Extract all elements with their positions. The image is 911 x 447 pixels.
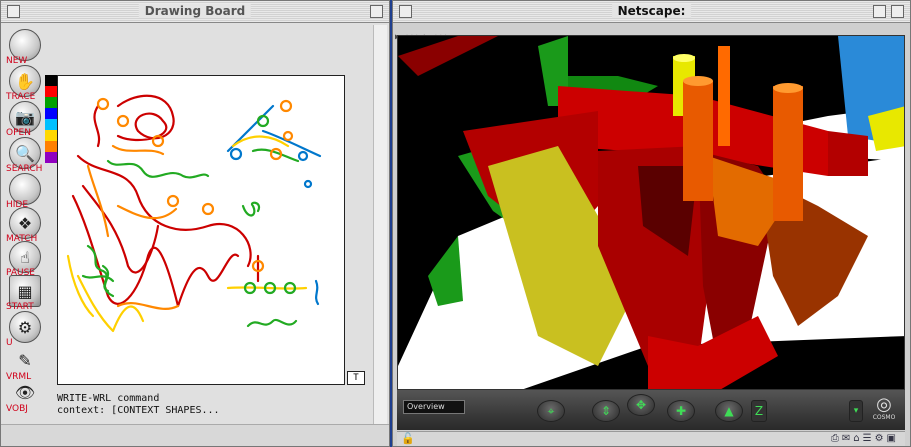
console-line: WRITE-WRL command [57, 393, 160, 404]
color-swatch-6[interactable] [45, 141, 57, 152]
tool-vobj[interactable]: 👁 VOBJ [6, 377, 44, 429]
pan-button[interactable]: ✥ [627, 394, 655, 416]
settings-button[interactable]: ▾ [849, 400, 863, 422]
slide-button[interactable]: ▲ [715, 400, 743, 422]
console-output: WRITE-WRL command context: [CONTEXT SHAP… [57, 393, 347, 417]
color-swatches [45, 75, 57, 163]
zoom-box[interactable] [873, 5, 886, 18]
console-line: context: [CONTEXT SHAPES... [57, 405, 220, 416]
color-swatch-3[interactable] [45, 108, 57, 119]
color-swatch-1[interactable] [45, 86, 57, 97]
window-title: Netscape: [611, 4, 692, 18]
close-box[interactable] [7, 5, 20, 18]
cosmo-navigation-bar: Overview ⌖ ⇕ ✥ ✚ ▲ Z ▾ ◎ COSMO [397, 390, 905, 430]
title-bar[interactable]: Drawing Board [1, 1, 389, 23]
viewpoint-selector[interactable]: Overview [403, 400, 465, 414]
status-bar: 🔓 ⎙✉⌂☰⚙▣ [397, 431, 905, 446]
vertical-scrollbar[interactable] [373, 25, 387, 425]
netscape-window: Netscape: ▶ ::: ▶ ::: [392, 0, 911, 447]
tool-palette: NEW ✋ TRACE 📷 OPEN 🔍 SEARCH HIDE ❖ MATCH ☝ PA… [3, 27, 43, 417]
color-swatch-2[interactable] [45, 97, 57, 108]
color-swatch-4[interactable] [45, 119, 57, 130]
drawing-canvas[interactable] [57, 75, 345, 385]
bottom-scroll-area [1, 424, 389, 446]
tilt-button[interactable]: ⇕ [592, 400, 620, 422]
corner-t-button[interactable]: T [347, 371, 365, 385]
security-lock-icon[interactable]: 🔓 [401, 432, 415, 445]
zoom-button[interactable]: Z [751, 400, 767, 422]
color-swatch-5[interactable] [45, 130, 57, 141]
title-bar[interactable]: Netscape: [393, 1, 910, 23]
cosmo-logo: ◎ COSMO [872, 394, 896, 422]
color-swatch-7[interactable] [45, 152, 57, 163]
component-bar-icons[interactable]: ⎙✉⌂☰⚙▣ [831, 433, 899, 444]
seek-button[interactable]: ⌖ [537, 400, 565, 422]
vrml-scene-viewport[interactable] [397, 35, 905, 390]
vrml-3d-scene [398, 36, 904, 389]
collapse-box[interactable] [891, 5, 904, 18]
window-title: Drawing Board [138, 4, 252, 18]
zoom-box[interactable] [370, 5, 383, 18]
close-box[interactable] [399, 5, 412, 18]
sketch-strokes [66, 94, 322, 333]
go-button[interactable]: ✚ [667, 400, 695, 422]
drawing-board-window: Drawing Board NEW ✋ TRACE 📷 OPEN 🔍 SEARCH H… [0, 0, 390, 447]
color-swatch-0[interactable] [45, 75, 57, 86]
